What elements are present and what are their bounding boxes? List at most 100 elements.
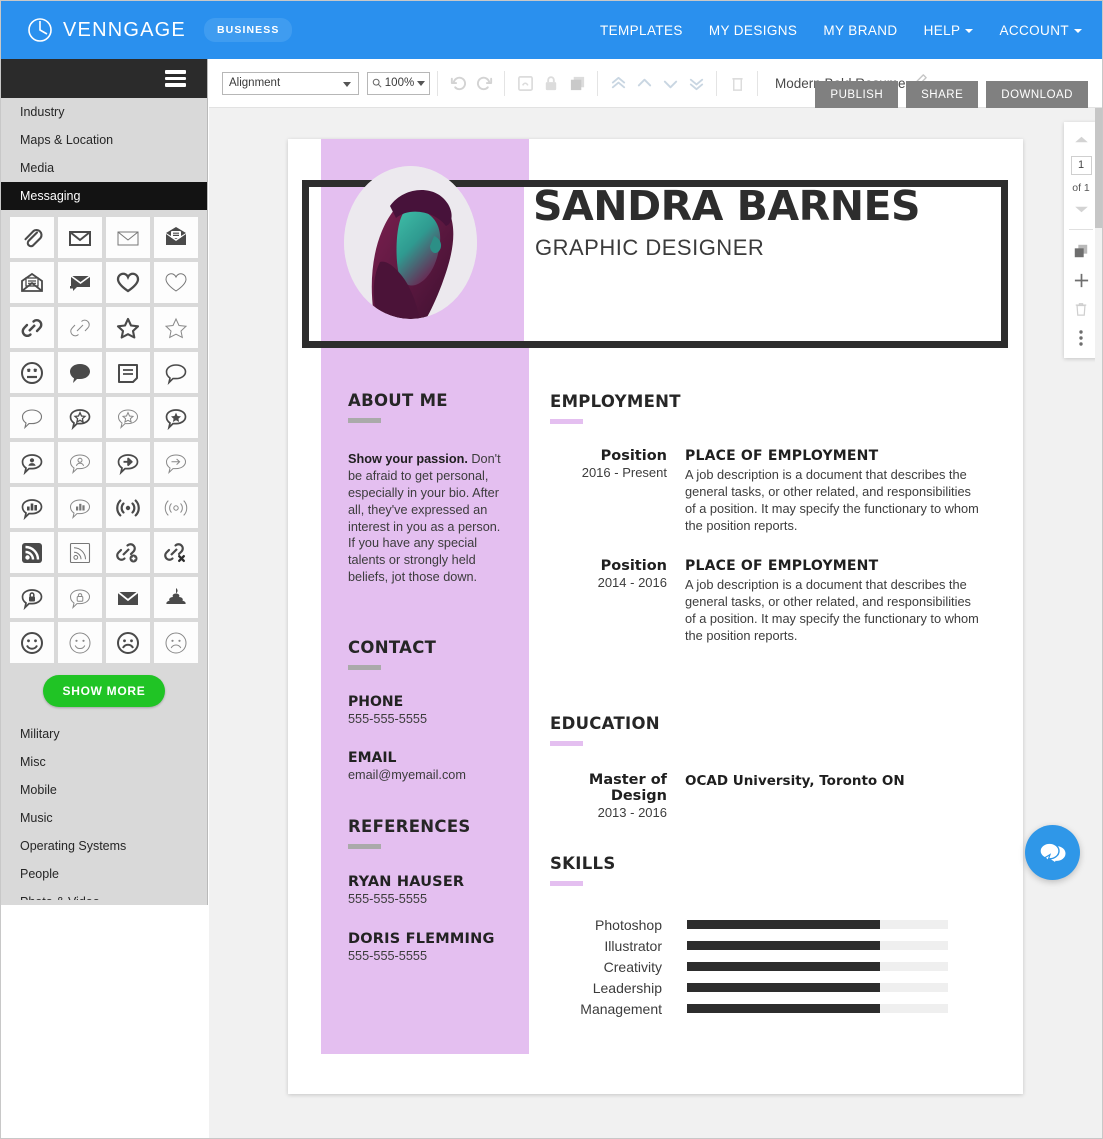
speech-bubble-outline-icon[interactable]	[10, 397, 54, 438]
envelope-reply-filled-icon[interactable]	[58, 262, 102, 303]
skill-row[interactable]: Creativity	[522, 956, 982, 977]
next-page-icon[interactable]	[1074, 201, 1089, 219]
poop-icon[interactable]	[154, 577, 198, 618]
link-bold-icon[interactable]	[10, 307, 54, 348]
sidebar-item-misc[interactable]: Misc	[1, 748, 207, 776]
about-body[interactable]: Show your passion. Don't be afraid to ge…	[348, 451, 510, 586]
duplicate-icon[interactable]	[564, 70, 590, 96]
add-page-icon[interactable]	[1073, 269, 1090, 291]
speech-bubble-user-thin-icon[interactable]	[58, 442, 102, 483]
speech-bubble-chart-icon[interactable]	[10, 487, 54, 528]
lock-icon[interactable]	[538, 70, 564, 96]
send-to-back-icon[interactable]	[683, 70, 709, 96]
avatar[interactable]	[344, 166, 477, 319]
speech-bubble-arrow-thin-icon[interactable]	[154, 442, 198, 483]
speech-bubble-filled-icon[interactable]	[58, 352, 102, 393]
sidebar-item-industry[interactable]: Industry	[1, 98, 207, 126]
face-silent-icon[interactable]	[10, 352, 54, 393]
trash-icon[interactable]	[724, 70, 750, 96]
heart-thin-icon[interactable]	[154, 262, 198, 303]
send-backward-icon[interactable]	[657, 70, 683, 96]
sidebar-item-media[interactable]: Media	[1, 154, 207, 182]
phone-value[interactable]: 555-555-5555	[348, 712, 510, 726]
design-page[interactable]: SANDRA BARNES GRAPHIC DESIGNER ABOUT ME …	[288, 139, 1023, 1094]
sidebar-item-messaging[interactable]: Messaging	[1, 182, 207, 210]
education-heading[interactable]: EDUCATION	[550, 714, 980, 733]
reference-phone[interactable]: 555-555-5555	[348, 892, 520, 906]
nav-link-my-brand[interactable]: MY BRAND	[823, 23, 897, 38]
references-heading[interactable]: REFERENCES	[348, 817, 520, 836]
signal-waves-icon[interactable]	[106, 487, 150, 528]
speech-bubble-lock-icon[interactable]	[10, 577, 54, 618]
signal-waves-thin-icon[interactable]	[154, 487, 198, 528]
previous-page-icon[interactable]	[1074, 131, 1089, 149]
face-smile-bold-icon[interactable]	[10, 622, 54, 663]
education-entry[interactable]: Master of Design 2013 - 2016 OCAD Univer…	[550, 772, 980, 820]
sidebar-item-people[interactable]: People	[1, 860, 207, 888]
sidebar-item-operating-systems[interactable]: Operating Systems	[1, 832, 207, 860]
reference-phone[interactable]: 555-555-5555	[348, 949, 520, 963]
link-add-icon[interactable]	[106, 532, 150, 573]
alignment-select[interactable]: Alignment	[222, 71, 359, 95]
contact-heading[interactable]: CONTACT	[348, 638, 510, 657]
scrollbar-thumb[interactable]	[1095, 108, 1102, 228]
speech-bubble-user-icon[interactable]	[10, 442, 54, 483]
share-button[interactable]: SHARE	[906, 81, 979, 109]
download-button[interactable]: DOWNLOAD	[986, 81, 1088, 109]
speech-bubble-star-filled-icon[interactable]	[154, 397, 198, 438]
nav-link-help[interactable]: HELP	[924, 23, 974, 38]
skill-row[interactable]: Management	[522, 998, 982, 1019]
zoom-select[interactable]: 100%	[367, 71, 430, 95]
delete-page-icon[interactable]	[1074, 298, 1088, 320]
email-value[interactable]: email@myemail.com	[348, 768, 510, 782]
bring-forward-icon[interactable]	[631, 70, 657, 96]
skill-row[interactable]: Photoshop	[522, 914, 982, 935]
rss-filled-icon[interactable]	[10, 532, 54, 573]
speech-bubble-lock-thin-icon[interactable]	[58, 577, 102, 618]
face-sad-bold-icon[interactable]	[106, 622, 150, 663]
bring-to-front-icon[interactable]	[605, 70, 631, 96]
heart-bold-icon[interactable]	[106, 262, 150, 303]
sidebar-item-mobile[interactable]: Mobile	[1, 776, 207, 804]
skills-heading[interactable]: SKILLS	[550, 854, 982, 873]
redo-icon[interactable]	[471, 70, 497, 96]
publish-button[interactable]: PUBLISH	[815, 81, 899, 109]
duplicate-page-icon[interactable]	[1073, 240, 1089, 262]
sidebar-item-photo-video[interactable]: Photo & Video	[1, 888, 207, 900]
resume-name[interactable]: SANDRA BARNES	[533, 182, 921, 230]
speech-bubble-chart-thin-icon[interactable]	[58, 487, 102, 528]
link-thin-icon[interactable]	[58, 307, 102, 348]
nav-link-templates[interactable]: TEMPLATES	[600, 23, 683, 38]
envelope-chat-filled-icon[interactable]	[154, 217, 198, 258]
chat-support-button[interactable]	[1025, 825, 1080, 880]
reference-name[interactable]: DORIS FLEMMING	[348, 931, 520, 947]
employment-heading[interactable]: EMPLOYMENT	[550, 392, 980, 411]
star-thin-icon[interactable]	[154, 307, 198, 348]
venngage-logo[interactable]: VENNGAGE	[27, 17, 186, 43]
paperclip-icon[interactable]	[10, 217, 54, 258]
speech-bubble-star-icon[interactable]	[58, 397, 102, 438]
employment-entry[interactable]: Position 2014 - 2016 PLACE OF EMPLOYMENT…	[550, 558, 980, 644]
canvas-scrollbar[interactable]	[1095, 108, 1102, 1138]
star-bold-icon[interactable]	[106, 307, 150, 348]
undo-icon[interactable]	[445, 70, 471, 96]
nav-link-account[interactable]: ACCOUNT	[999, 23, 1082, 38]
skill-row[interactable]: Illustrator	[522, 935, 982, 956]
employment-entry[interactable]: Position 2016 - Present PLACE OF EMPLOYM…	[550, 448, 980, 534]
speech-bubble-arrow-icon[interactable]	[106, 442, 150, 483]
envelope-outline-icon[interactable]	[58, 217, 102, 258]
envelope-filled-icon[interactable]	[106, 577, 150, 618]
note-lines-icon[interactable]	[106, 352, 150, 393]
show-more-button[interactable]: SHOW MORE	[42, 675, 166, 707]
about-heading[interactable]: ABOUT ME	[348, 391, 510, 410]
skill-row[interactable]: Leadership	[522, 977, 982, 998]
resume-role[interactable]: GRAPHIC DESIGNER	[535, 235, 764, 261]
sidebar-item-maps-location[interactable]: Maps & Location	[1, 126, 207, 154]
sidebar-item-military[interactable]: Military	[1, 720, 207, 748]
canvas-area[interactable]: SANDRA BARNES GRAPHIC DESIGNER ABOUT ME …	[209, 108, 1102, 1138]
nav-link-my-designs[interactable]: MY DESIGNS	[709, 23, 798, 38]
hamburger-menu-icon[interactable]	[165, 67, 186, 90]
rss-outline-icon[interactable]	[58, 532, 102, 573]
crop-icon[interactable]	[512, 70, 538, 96]
sidebar-item-music[interactable]: Music	[1, 804, 207, 832]
